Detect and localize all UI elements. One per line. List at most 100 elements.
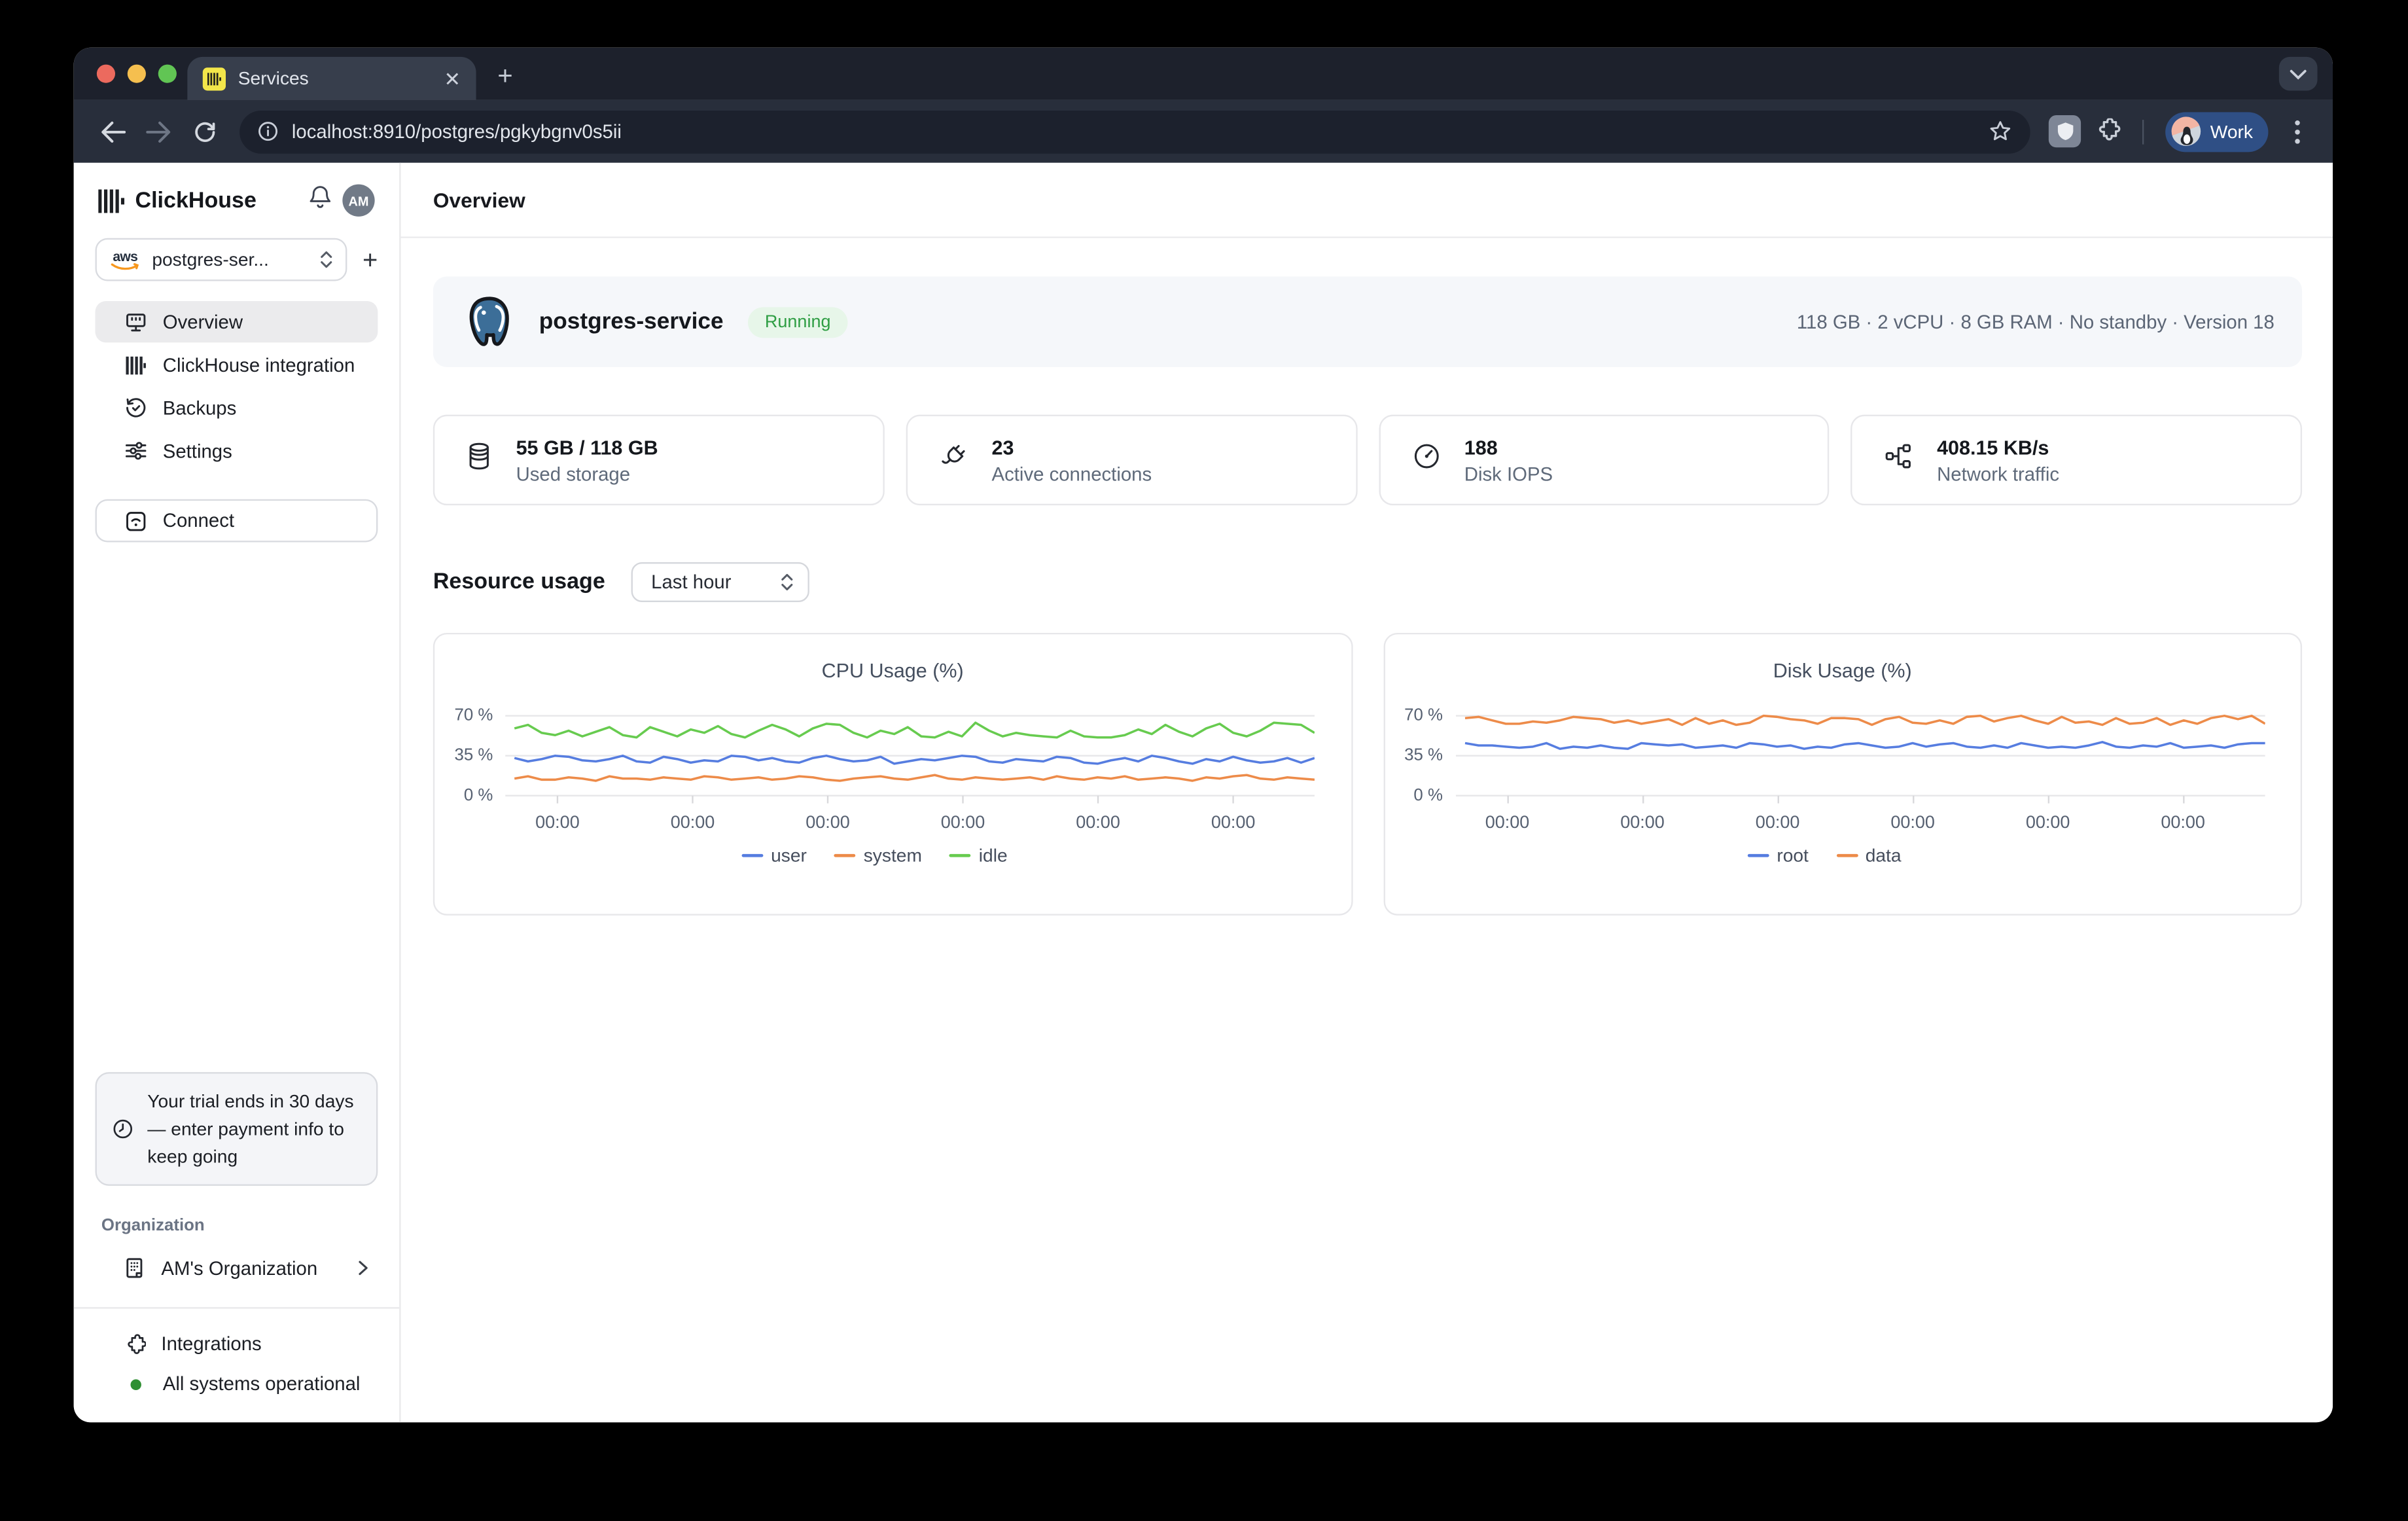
charts-row: CPU Usage (%) 70 %35 %0 % 00:00 00:00 00:0… — [433, 633, 2302, 916]
resource-usage-heading: Resource usage — [433, 570, 605, 595]
address-bar[interactable]: localhost:8910/postgres/pgkybgnv0s5ii — [239, 110, 2030, 153]
tab-search-chevron-icon[interactable] — [2279, 57, 2318, 91]
database-icon — [467, 442, 491, 478]
forward-button[interactable] — [138, 111, 178, 151]
service-specs: 118 GB · 2 vCPU · 8 GB RAM · No standby … — [1797, 311, 2275, 332]
legend-item[interactable]: root — [1748, 845, 1809, 867]
legend-item[interactable]: data — [1836, 845, 1901, 867]
zoom-window-button[interactable] — [158, 65, 177, 83]
close-window-button[interactable] — [97, 65, 115, 83]
series-line-idle — [514, 723, 1315, 738]
time-range-select[interactable]: Last hour — [631, 562, 809, 602]
legend-dash — [949, 853, 971, 857]
connect-icon — [124, 509, 147, 532]
series-line-root — [1464, 742, 2265, 749]
browser-tab-services[interactable]: Services ✕ — [187, 57, 476, 100]
x-tick-label: 00:00 — [1620, 814, 1665, 832]
brand-name: ClickHouse — [135, 188, 298, 213]
screen: Services ✕ + localhost:8910 — [0, 0, 2408, 1520]
notifications-bell-icon[interactable] — [309, 185, 332, 217]
select-chevrons-icon — [780, 573, 794, 591]
system-status-link[interactable]: All systems operational — [96, 1364, 378, 1404]
stat-label: Used storage — [516, 463, 658, 485]
window-controls — [97, 65, 177, 83]
backup-history-icon — [123, 397, 148, 420]
chart-title: CPU Usage (%) — [434, 659, 1351, 682]
browser-window: Services ✕ + localhost:8910 — [74, 48, 2333, 1423]
series-line-data — [1464, 716, 2265, 725]
minimize-window-button[interactable] — [128, 65, 146, 83]
chart-legend: root data — [1385, 845, 2265, 867]
adblock-shield-icon[interactable] — [2049, 115, 2081, 147]
sidebar-item-label: ClickHouse integration — [163, 354, 355, 376]
settings-sliders-icon — [123, 439, 148, 462]
sidebar-nav: Overview ClickHouse integration Backups — [96, 301, 378, 472]
integrations-puzzle-icon — [123, 1333, 146, 1355]
x-tick-label: 00:00 — [1485, 814, 1530, 832]
reload-button[interactable] — [185, 111, 224, 151]
chevron-right-icon — [358, 1259, 368, 1276]
organization-building-icon — [123, 1257, 146, 1279]
service-name: postgres-service — [539, 309, 724, 335]
browser-titlebar: Services ✕ + — [74, 48, 2333, 100]
url-text[interactable]: localhost:8910/postgres/pgkybgnv0s5ii — [292, 120, 1975, 142]
gauge-icon — [1412, 442, 1440, 478]
sidebar: ClickHouse AM aws postgres-ser... — [74, 163, 401, 1422]
x-tick-label: 00:00 — [1076, 814, 1120, 832]
legend-item[interactable]: system — [834, 845, 922, 867]
clickhouse-favicon-icon — [203, 67, 226, 90]
back-button[interactable] — [92, 111, 132, 151]
stat-value: 55 GB / 118 GB — [516, 435, 658, 458]
browser-profile-chip[interactable]: Work — [2166, 111, 2269, 151]
toolbar-divider — [2142, 119, 2144, 144]
sidebar-item-clickhouse-integration[interactable]: ClickHouse integration — [96, 344, 378, 385]
overview-monitor-icon — [123, 310, 148, 333]
page-content: postgres-service Running 118 GB · 2 vCPU… — [401, 238, 2333, 916]
app-root: ClickHouse AM aws postgres-ser... — [74, 163, 2333, 1422]
tab-close-icon[interactable]: ✕ — [444, 68, 461, 88]
new-tab-button[interactable]: + — [497, 62, 512, 92]
stat-card-storage: 55 GB / 118 GB Used storage — [433, 415, 884, 505]
user-avatar[interactable]: AM — [342, 185, 374, 217]
aws-logo-icon: aws — [109, 249, 141, 270]
browser-toolbar: localhost:8910/postgres/pgkybgnv0s5ii Wo… — [74, 100, 2333, 163]
legend-item[interactable]: user — [741, 845, 806, 867]
network-icon — [1885, 442, 1912, 478]
stat-value: 23 — [992, 435, 1152, 458]
stat-value: 408.15 KB/s — [1937, 435, 2059, 458]
disk-usage-chart-card: Disk Usage (%) 70 %35 %0 % 00:00 00:00 00:… — [1383, 633, 2302, 916]
service-selector-value: postgres-ser... — [152, 249, 309, 270]
organization-section-label: Organization — [96, 1217, 378, 1235]
connect-button[interactable]: Connect — [96, 499, 378, 543]
legend-item[interactable]: idle — [949, 845, 1007, 867]
extensions-puzzle-icon[interactable] — [2087, 118, 2127, 145]
service-status-badge: Running — [748, 306, 847, 337]
trial-clock-icon — [112, 1118, 133, 1140]
service-hero-card: postgres-service Running 118 GB · 2 vCPU… — [433, 276, 2302, 367]
y-axis-labels: 70 %35 %0 % — [434, 702, 505, 807]
service-selector[interactable]: aws postgres-ser... — [96, 238, 347, 281]
status-text: All systems operational — [163, 1373, 361, 1395]
legend-dash — [741, 853, 763, 857]
sidebar-divider — [74, 1307, 400, 1308]
page-topbar: Overview — [401, 163, 2333, 238]
sidebar-item-backups[interactable]: Backups — [96, 387, 378, 428]
site-info-icon[interactable] — [258, 121, 278, 141]
sidebar-item-settings[interactable]: Settings — [96, 430, 378, 471]
sidebar-item-overview[interactable]: Overview — [96, 301, 378, 342]
integrations-link[interactable]: Integrations — [96, 1324, 378, 1364]
brand-row: ClickHouse AM — [96, 181, 378, 217]
y-axis-labels: 70 %35 %0 % — [1385, 702, 1455, 807]
x-axis-labels: 00:0000:0000:0000:0000:0000:00 — [1455, 806, 2265, 834]
series-line-user — [514, 756, 1315, 764]
trial-notice: Your trial ends in 30 days — enter payme… — [96, 1072, 378, 1186]
cpu-usage-plot — [505, 702, 1315, 807]
organization-switcher[interactable]: AM's Organization — [96, 1247, 378, 1289]
organization-name: AM's Organization — [161, 1257, 342, 1279]
sidebar-item-label: Backups — [163, 397, 237, 419]
bookmark-star-icon[interactable] — [1989, 120, 2012, 143]
chart-title: Disk Usage (%) — [1385, 659, 2301, 682]
add-service-button[interactable]: + — [363, 247, 378, 273]
x-tick-label: 00:00 — [2161, 814, 2205, 832]
browser-menu-icon[interactable] — [2280, 119, 2314, 144]
